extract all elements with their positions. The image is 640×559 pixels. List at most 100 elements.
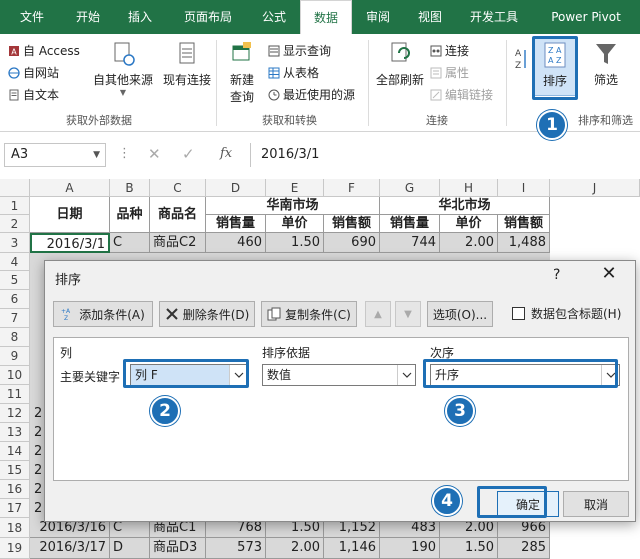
tab-file[interactable]: 文件 [0,0,64,34]
row-header[interactable]: 2 [0,215,30,233]
sort-asc-button[interactable]: AZ [514,46,528,72]
select-all-corner[interactable] [0,179,30,197]
tab-developer[interactable]: 开发工具 [456,0,532,34]
tab-power-pivot[interactable]: Power Pivot [532,0,640,34]
copy-level-button[interactable]: 复制条件(C) [261,301,357,327]
add-level-button[interactable]: +A Z 添加条件(A) [53,301,153,327]
row-header[interactable]: 5 [0,271,30,290]
from-other-sources-button[interactable]: 自其他来源 ▼ [92,40,154,97]
recent-sources-button[interactable]: 最近使用的源 [268,86,355,103]
table-cell[interactable]: 460 [206,233,266,253]
header-sales-amt[interactable]: 销售额 [324,215,380,233]
header-sales-amt[interactable]: 销售额 [498,215,550,233]
row-header[interactable]: 6 [0,290,30,309]
row-header[interactable]: 18 [0,518,30,538]
header-unit-price[interactable]: 单价 [440,215,498,233]
table-cell[interactable]: 2 [30,404,44,423]
table-cell[interactable]: 1.50 [266,233,324,253]
column-header[interactable]: D [206,179,266,197]
cell-a3[interactable]: 2016/3/1 [30,233,110,253]
refresh-all-button[interactable]: 全部刷新 [374,40,426,88]
table-cell[interactable]: 190 [380,538,440,559]
table-cell[interactable]: 商品D3 [150,538,206,559]
row-header[interactable]: 17 [0,499,30,518]
cancel-button[interactable]: 取消 [563,491,629,517]
row-header[interactable]: 1 [0,197,30,215]
header-date[interactable]: 日期 [30,197,110,233]
delete-level-button[interactable]: 删除条件(D) [159,301,255,327]
row-header[interactable]: 4 [0,253,30,271]
tab-data[interactable]: 数据 [300,0,352,34]
table-cell[interactable]: 2 [30,480,44,499]
properties-button[interactable]: 属性 [430,64,469,81]
table-cell[interactable]: 1,488 [498,233,550,253]
column-header[interactable]: C [150,179,206,197]
enter-icon[interactable]: ✓ [182,145,195,163]
row-header[interactable]: 19 [0,538,30,559]
table-cell[interactable]: 744 [380,233,440,253]
header-product[interactable]: 商品名 [150,197,206,233]
tab-page-layout[interactable]: 页面布局 [168,0,248,34]
from-table-button[interactable]: 从表格 [268,64,319,81]
row-header[interactable]: 7 [0,309,30,328]
close-icon[interactable]: ✕ [597,263,621,284]
table-cell[interactable]: 573 [206,538,266,559]
table-cell[interactable]: 1.50 [440,538,498,559]
new-query-button[interactable]: 新建 查询 [222,40,262,105]
column-header[interactable]: E [266,179,324,197]
header-sales-qty[interactable]: 销售量 [380,215,440,233]
name-box[interactable]: A3 ▼ [4,143,106,167]
row-header[interactable]: 15 [0,461,30,480]
table-cell[interactable]: 2 [30,499,44,518]
table-cell[interactable]: 2.00 [266,538,324,559]
from-text-button[interactable]: 自文本 [8,86,59,103]
insert-function-icon[interactable]: fx [220,146,232,161]
table-cell[interactable]: C [110,233,150,253]
table-cell[interactable]: D [110,538,150,559]
filter-button[interactable]: 筛选 [588,40,624,88]
column-header[interactable]: A [30,179,110,197]
table-cell[interactable]: 2 [30,461,44,480]
table-cell[interactable]: 285 [498,538,550,559]
options-button[interactable]: 选项(O)... [427,301,493,327]
header-unit-price[interactable]: 单价 [266,215,324,233]
row-header[interactable]: 14 [0,442,30,461]
tab-home[interactable]: 开始 [64,0,112,34]
tab-formulas[interactable]: 公式 [248,0,300,34]
column-header[interactable]: G [380,179,440,197]
row-header[interactable]: 10 [0,366,30,385]
show-queries-button[interactable]: 显示查询 [268,42,331,59]
table-cell[interactable]: 2 [30,442,44,461]
table-cell[interactable]: 2 [30,423,44,442]
row-header[interactable]: 3 [0,233,30,253]
move-down-button[interactable]: ▼ [395,301,421,327]
row-header[interactable]: 12 [0,404,30,423]
column-header[interactable]: I [498,179,550,197]
row-header[interactable]: 11 [0,385,30,404]
table-cell[interactable]: 690 [324,233,380,253]
edit-links-button[interactable]: 编辑链接 [430,86,493,103]
row-header[interactable]: 8 [0,328,30,347]
existing-connections-button[interactable]: 现有连接 [162,40,212,88]
column-header[interactable]: J [550,179,640,197]
header-south-market[interactable]: 华南市场 [206,197,380,215]
row-header[interactable]: 13 [0,423,30,442]
header-north-market[interactable]: 华北市场 [380,197,550,215]
tab-review[interactable]: 审阅 [352,0,404,34]
column-header[interactable]: F [324,179,380,197]
tab-insert[interactable]: 插入 [112,0,168,34]
formula-input[interactable]: 2016/3/1 [250,143,636,167]
table-cell[interactable]: 1,146 [324,538,380,559]
tab-view[interactable]: 视图 [404,0,456,34]
connections-button[interactable]: 连接 [430,42,469,59]
table-cell[interactable]: 2016/3/17 [30,538,110,559]
row-header[interactable]: 16 [0,480,30,499]
table-cell[interactable]: 2.00 [440,233,498,253]
column-header[interactable]: B [110,179,150,197]
from-access-button[interactable]: A 自 Access [8,42,80,59]
header-variety[interactable]: 品种 [110,197,150,233]
from-web-button[interactable]: 自网站 [8,64,59,81]
cancel-icon[interactable]: ✕ [148,145,161,163]
table-cell[interactable]: 商品C2 [150,233,206,253]
move-up-button[interactable]: ▲ [365,301,391,327]
